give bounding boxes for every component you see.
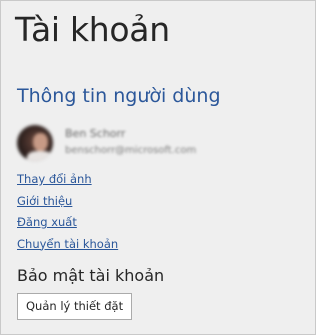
sign-out-link[interactable]: Đăng xuất [17, 212, 118, 234]
account-panel: Tài khoản Thông tin người dùng Ben Schor… [0, 0, 316, 335]
account-security-heading: Bảo mật tài khoản [17, 266, 165, 285]
avatar [17, 125, 53, 161]
user-email: benschorr@microsoft.com [65, 145, 197, 156]
change-photo-link[interactable]: Thay đổi ảnh [17, 169, 118, 191]
manage-settings-button[interactable]: Quản lý thiết đặt [17, 293, 133, 320]
user-info-heading: Thông tin người dùng [17, 85, 221, 107]
page-title: Tài khoản [15, 10, 170, 49]
user-name: Ben Schorr [65, 127, 126, 140]
user-card: Ben Schorr benschorr@microsoft.com [17, 125, 297, 161]
account-links: Thay đổi ảnh Giới thiệu Đăng xuất Chuyển… [17, 169, 118, 255]
switch-account-link[interactable]: Chuyển tài khoản [17, 234, 118, 256]
about-link[interactable]: Giới thiệu [17, 191, 118, 213]
